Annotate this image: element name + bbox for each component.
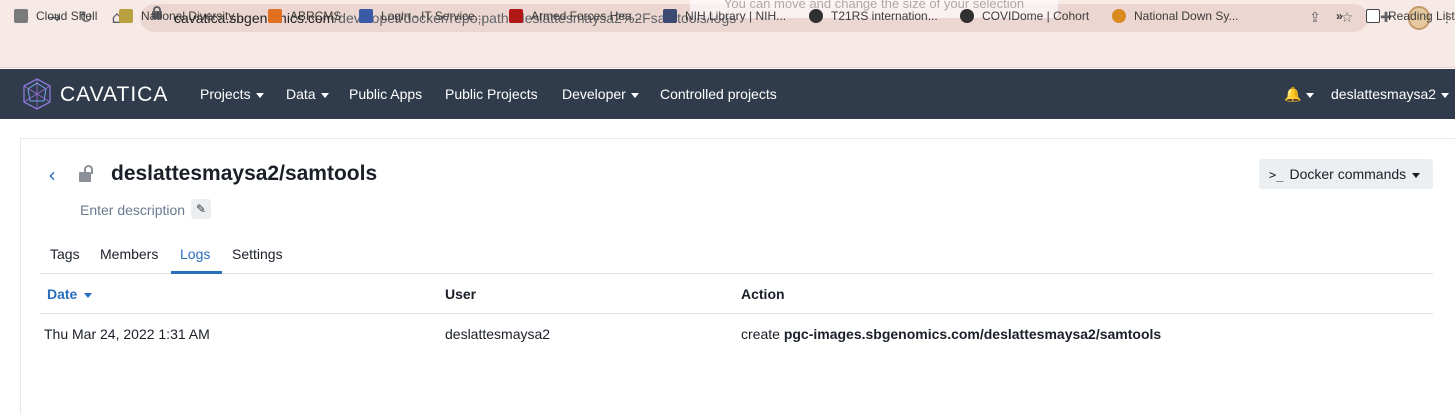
tab-settings[interactable]: Settings	[232, 246, 283, 262]
bookmark-label: National Diversity...	[141, 9, 244, 23]
unlock-icon	[79, 165, 93, 182]
bookmarks-overflow-button[interactable]: »	[1336, 7, 1343, 25]
bookmark-label: ABRCMS	[290, 9, 342, 23]
bookmark-favicon-icon	[268, 9, 282, 23]
terminal-icon: >_	[1269, 168, 1284, 182]
bookmark-label: Login - IT Service...	[381, 9, 485, 23]
bookmark-abrcms[interactable]: ABRCMS	[268, 7, 341, 25]
chevron-down-icon	[320, 92, 329, 98]
page-title: deslattesmaysa2/samtools	[111, 162, 378, 185]
bookmark-label: Armed Forces Hea...	[531, 9, 642, 23]
nav-public-apps[interactable]: Public Apps	[349, 86, 422, 102]
nav-label: Developer	[562, 86, 626, 102]
nav-developer[interactable]: Developer	[562, 86, 639, 102]
username-label: deslattesmaysa2	[1331, 86, 1437, 102]
bell-icon: 🔔	[1284, 87, 1302, 103]
cell-user: deslattesmaysa2	[445, 326, 551, 342]
share-icon[interactable]: ⇪	[1306, 9, 1324, 27]
cavatica-logo-text[interactable]: CAVATICA	[60, 83, 168, 107]
nav-controlled-projects[interactable]: Controlled projects	[660, 86, 777, 102]
nav-projects[interactable]: Projects	[200, 86, 264, 102]
tab-tags[interactable]: Tags	[50, 246, 80, 262]
bookmark-favicon-icon	[119, 9, 133, 23]
chevron-down-icon	[1412, 172, 1421, 178]
column-header-action: Action	[741, 286, 785, 302]
user-menu[interactable]: deslattesmaysa2	[1331, 86, 1450, 102]
reading-list-button[interactable]: Reading List	[1366, 7, 1455, 25]
tabs-divider	[40, 273, 1433, 274]
chevron-down-icon	[255, 92, 264, 98]
bookmark-favicon-icon	[809, 9, 823, 23]
pencil-icon[interactable]: ✎	[191, 199, 211, 219]
bookmark-label: T21RS internation...	[831, 9, 938, 23]
chevron-down-icon	[1306, 92, 1315, 98]
active-tab-indicator	[171, 271, 222, 274]
docker-commands-label: Docker commands	[1289, 166, 1407, 182]
bookmark-login-it[interactable]: Login - IT Service...	[359, 7, 485, 25]
nav-label: Projects	[200, 86, 251, 102]
bookmarks-bar	[0, 36, 1455, 68]
date-header-label: Date	[47, 286, 78, 302]
column-header-user: User	[445, 286, 477, 302]
bookmark-favicon-icon	[359, 9, 373, 23]
description-field[interactable]: Enter description	[80, 202, 185, 218]
docker-commands-button[interactable]: >_ Docker commands	[1259, 159, 1433, 189]
bookmark-national-diversity[interactable]: National Diversity...	[119, 7, 243, 25]
bookmark-covidome[interactable]: COVIDome | Cohort	[960, 7, 1089, 25]
reading-list-label: Reading List	[1388, 9, 1455, 23]
bookmark-favicon-icon	[509, 9, 523, 23]
bookmark-t21rs[interactable]: T21RS internation...	[809, 7, 938, 25]
nav-public-projects[interactable]: Public Projects	[445, 86, 538, 102]
column-header-date[interactable]: Date	[47, 286, 93, 302]
app-header: CAVATICA Projects Data Public Apps Publi…	[0, 69, 1455, 119]
bookmark-label: Cloud Shell	[36, 9, 98, 23]
nav-label: Public Apps	[349, 86, 423, 102]
bookmark-favicon-icon	[960, 9, 974, 23]
tab-logs[interactable]: Logs	[180, 246, 210, 262]
nav-label: Public Projects	[445, 86, 538, 102]
reading-list-icon	[1366, 9, 1380, 23]
nav-data[interactable]: Data	[286, 86, 329, 102]
chevron-down-icon	[630, 92, 639, 98]
bookmark-national-down[interactable]: National Down Sy...	[1112, 7, 1239, 25]
bookmark-nih-library[interactable]: NIH Library | NIH...	[663, 7, 786, 25]
back-chevron-icon[interactable]: ‹	[48, 163, 56, 187]
bookmark-label: NIH Library | NIH...	[685, 9, 787, 23]
bookmark-favicon-icon	[663, 9, 677, 23]
bookmark-label: National Down Sy...	[1134, 9, 1239, 23]
bookmark-cloud-shell[interactable]: Cloud Shell	[14, 7, 97, 25]
cell-date: Thu Mar 24, 2022 1:31 AM	[44, 326, 210, 342]
bookmark-favicon-icon	[14, 9, 28, 23]
tab-members[interactable]: Members	[100, 246, 158, 262]
bookmark-label: COVIDome | Cohort	[982, 9, 1090, 23]
bookmark-favicon-icon	[1112, 9, 1126, 23]
cavatica-logo-icon[interactable]	[20, 77, 54, 111]
bookmark-armed-forces[interactable]: Armed Forces Hea...	[509, 7, 642, 25]
sort-down-icon	[84, 292, 93, 298]
action-verb: create	[741, 326, 780, 342]
notifications-button[interactable]: 🔔	[1284, 86, 1315, 103]
chevron-down-icon	[1441, 92, 1450, 98]
nav-label: Data	[286, 86, 316, 102]
table-row-divider	[40, 313, 1433, 314]
nav-label: Controlled projects	[660, 86, 777, 102]
cell-action: create pgc-images.sbgenomics.com/deslatt…	[741, 326, 1161, 342]
action-target: pgc-images.sbgenomics.com/deslattesmaysa…	[783, 326, 1162, 342]
